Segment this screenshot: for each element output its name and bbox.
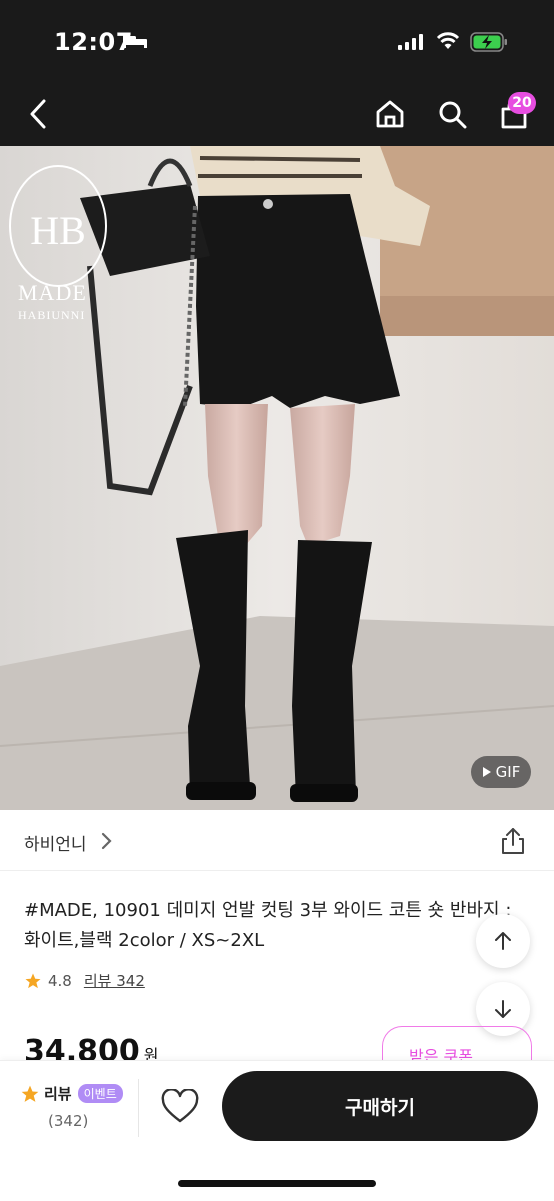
coupon-label: 받은 쿠폰: [409, 1047, 473, 1061]
arrow-up-icon: [495, 932, 511, 950]
share-icon[interactable]: [498, 826, 528, 856]
arrow-down-icon: [495, 1000, 511, 1018]
event-badge: 이벤트: [77, 1084, 123, 1103]
seller-name[interactable]: 하비언니: [24, 830, 87, 855]
search-button[interactable]: [432, 94, 472, 134]
home-icon: [376, 100, 404, 128]
cellular-signal-icon: [398, 34, 423, 50]
search-icon: [439, 101, 467, 129]
review-count: (342): [48, 1112, 89, 1130]
home-button[interactable]: [370, 94, 410, 134]
svg-text:HB: HB: [30, 208, 86, 253]
price-value: 34,800: [24, 1034, 140, 1060]
rating-value: 4.8: [48, 971, 72, 990]
review-label: 리뷰: [44, 1085, 72, 1103]
brand-overlay-sub: HABIUNNI: [18, 308, 86, 322]
price: 34,800 원: [24, 1034, 159, 1060]
chevron-right-icon: [101, 832, 112, 850]
gif-label: GIF: [495, 763, 521, 781]
gif-play-button[interactable]: GIF: [471, 756, 531, 788]
play-icon: [482, 767, 491, 777]
status-bar: 12:07: [0, 0, 554, 80]
wifi-icon: [436, 32, 460, 49]
product-image[interactable]: HB MADE HABIUNNI: [0, 146, 554, 810]
review-summary-button[interactable]: 리뷰 이벤트 (342): [20, 1083, 132, 1130]
heart-icon[interactable]: [160, 1089, 200, 1125]
product-title: #MADE, 10901 데미지 언발 컷팅 3부 와이드 코튼 숏 반바지 :…: [24, 900, 512, 951]
price-currency: 원: [143, 1046, 159, 1060]
battery-charging-icon: [470, 32, 507, 52]
buy-button[interactable]: 구매하기: [222, 1071, 538, 1141]
sleep-icon: [123, 35, 147, 48]
top-nav-bar: [0, 80, 554, 146]
cart-count-badge: 20: [508, 92, 536, 114]
seller-row[interactable]: 하비언니: [0, 810, 554, 871]
brand-overlay-main: MADE: [18, 280, 87, 305]
back-button[interactable]: [18, 94, 58, 134]
star-icon: [21, 1085, 39, 1102]
divider: [138, 1079, 139, 1137]
received-coupon-button[interactable]: 받은 쿠폰: [382, 1026, 532, 1061]
scroll-top-button[interactable]: [476, 914, 530, 968]
rating-row: 4.8 리뷰 342: [24, 970, 145, 991]
home-indicator: [178, 1180, 376, 1187]
star-icon: [25, 973, 41, 988]
back-chevron-icon: [30, 99, 46, 129]
product-photo-illustration: HB: [0, 146, 554, 810]
review-count-link[interactable]: 리뷰 342: [84, 970, 145, 991]
